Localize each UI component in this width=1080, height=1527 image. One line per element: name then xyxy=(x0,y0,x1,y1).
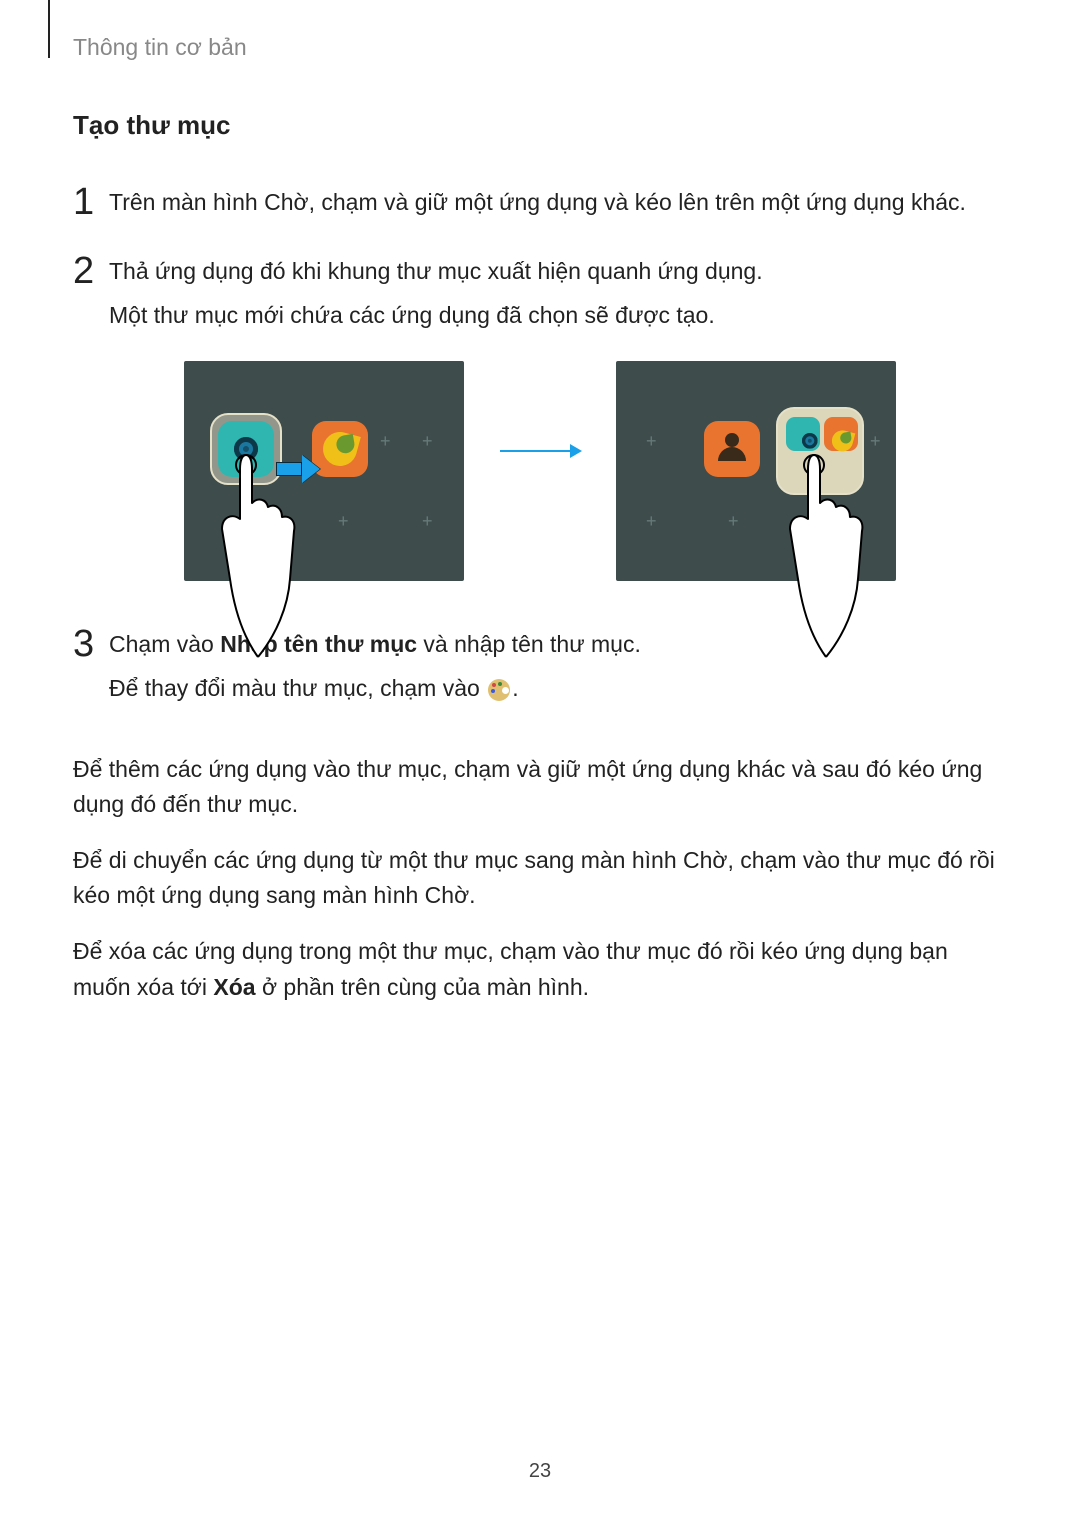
app-contacts-icon xyxy=(704,421,760,477)
grid-plus-icon: + xyxy=(380,431,391,452)
palette-icon xyxy=(488,679,510,701)
grid-plus-icon: + xyxy=(338,511,349,532)
step-2: 2 Thả ứng dụng đó khi khung thư mục xuất… xyxy=(73,248,1007,333)
step-1: 1 Trên màn hình Chờ, chạm và giữ một ứng… xyxy=(73,179,1007,220)
paragraph-delete-apps: Để xóa các ứng dụng trong một thư mục, c… xyxy=(73,934,1007,1005)
paragraph-move-apps: Để di chuyển các ứng dụng từ một thư mục… xyxy=(73,843,1007,914)
step-3-sub-post: . xyxy=(512,675,518,701)
page-tab-rule xyxy=(48,0,50,58)
step-3-sub-pre: Để thay đổi màu thư mục, chạm vào xyxy=(109,675,486,701)
step-1-number: 1 xyxy=(73,183,109,221)
step-2-subtext: Một thư mục mới chứa các ứng dụng đã chọ… xyxy=(109,298,763,333)
step-2-number: 2 xyxy=(73,252,109,290)
grid-plus-icon: + xyxy=(422,431,433,452)
step-3-post: và nhập tên thư mục. xyxy=(417,631,641,657)
grid-plus-icon: + xyxy=(646,431,657,452)
page-number: 23 xyxy=(0,1460,1080,1483)
transition-arrow-icon xyxy=(500,450,580,452)
illustration-row: + + + + + + xyxy=(73,361,1007,581)
step-1-text: Trên màn hình Chờ, chạm và giữ một ứng d… xyxy=(109,185,966,220)
paragraph-add-apps: Để thêm các ứng dụng vào thư mục, chạm v… xyxy=(73,752,1007,823)
para-del-bold: Xóa xyxy=(213,974,255,1000)
step-3-subtext: Để thay đổi màu thư mục, chạm vào . xyxy=(109,671,641,706)
hand-pointer-icon xyxy=(198,439,308,659)
page-content: Tạo thư mục 1 Trên màn hình Chờ, chạm và… xyxy=(73,110,1007,1025)
step-2-text: Thả ứng dụng đó khi khung thư mục xuất h… xyxy=(109,254,763,289)
grid-plus-icon: + xyxy=(646,511,657,532)
hand-pointer-icon xyxy=(766,439,876,659)
section-title: Tạo thư mục xyxy=(73,110,1007,141)
para-del-post: ở phần trên cùng của màn hình. xyxy=(256,974,589,1000)
step-3-text: Chạm vào Nhập tên thư mục và nhập tên th… xyxy=(109,627,641,662)
breadcrumb: Thông tin cơ bản xyxy=(73,34,247,61)
grid-plus-icon: + xyxy=(422,511,433,532)
grid-plus-icon: + xyxy=(728,511,739,532)
step-3-number: 3 xyxy=(73,625,109,663)
